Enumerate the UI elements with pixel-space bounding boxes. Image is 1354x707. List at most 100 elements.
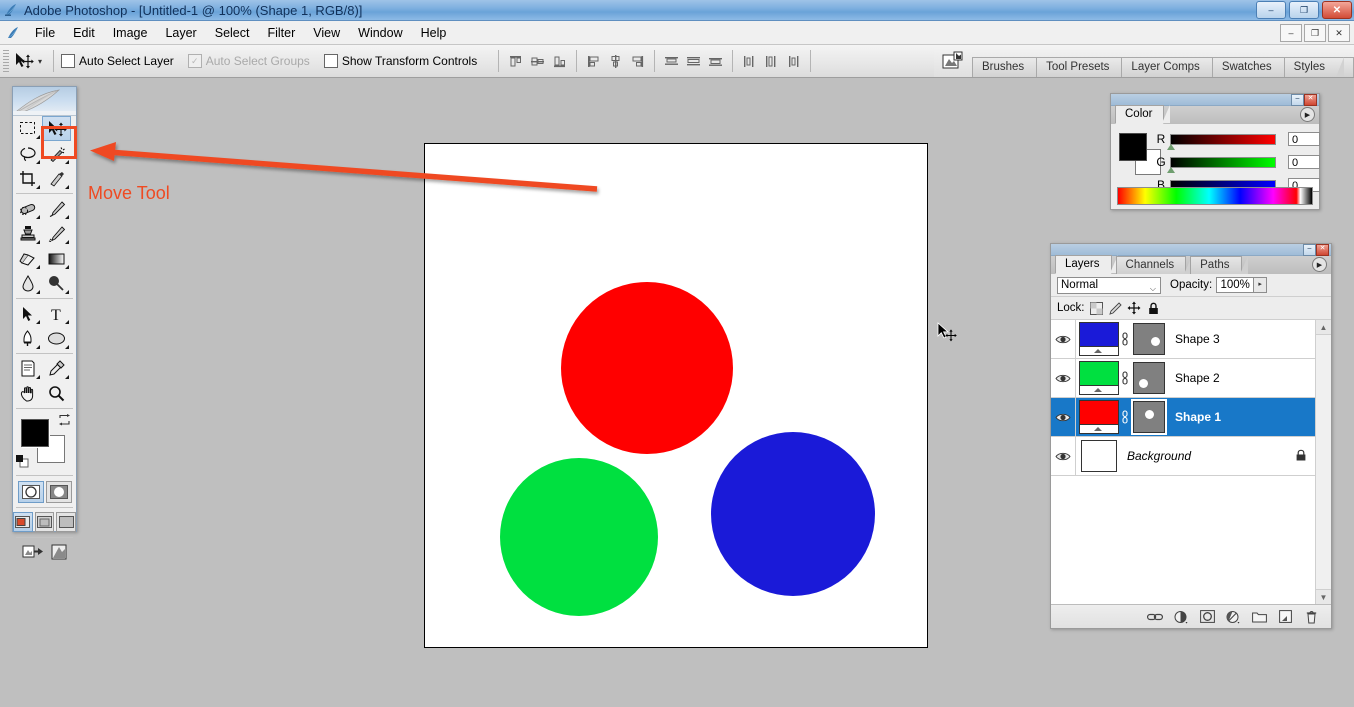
imageready-icon[interactable] — [50, 543, 68, 564]
align-vertical-centers-icon[interactable] — [528, 52, 547, 71]
layer-name[interactable]: Shape 3 — [1175, 332, 1220, 346]
tab-paths[interactable]: Paths — [1190, 256, 1249, 274]
menu-item-filter[interactable]: Filter — [258, 23, 304, 43]
layer-vector-mask-thumbnail[interactable] — [1133, 401, 1165, 433]
crop-tool-icon[interactable] — [13, 166, 42, 191]
jump-to-imageready-icon[interactable] — [22, 543, 44, 564]
layers-panel-close-button[interactable]: ✕ — [1316, 244, 1329, 256]
layers-panel-minimize-button[interactable]: – — [1303, 244, 1316, 256]
delete-layer-icon[interactable] — [1303, 609, 1319, 625]
zoom-tool-icon[interactable] — [42, 381, 71, 406]
lock-position-icon[interactable] — [1127, 301, 1142, 316]
palette-tab-styles[interactable]: Styles — [1283, 57, 1345, 77]
palette-tab-tool-presets[interactable]: Tool Presets — [1036, 57, 1129, 77]
layer-link-icon[interactable] — [1119, 410, 1131, 424]
layer-visibility-toggle[interactable] — [1051, 398, 1076, 436]
document-minimize-button[interactable]: – — [1280, 24, 1302, 42]
align-left-edges-icon[interactable] — [584, 52, 603, 71]
layer-style-icon[interactable] — [1173, 609, 1189, 625]
lock-image-pixels-icon[interactable] — [1108, 301, 1123, 316]
channel-thumb-r[interactable] — [1167, 143, 1175, 150]
layer-link-icon[interactable] — [1119, 332, 1131, 346]
color-panel-foreground-swatch[interactable] — [1119, 133, 1147, 161]
layer-thumbnail[interactable] — [1079, 361, 1119, 395]
auto-select-layer-checkbox[interactable] — [61, 54, 76, 68]
scroll-down-arrow-icon[interactable]: ▼ — [1316, 589, 1331, 604]
align-horizontal-centers-icon[interactable] — [606, 52, 625, 71]
distribute-bottom-edges-icon[interactable] — [706, 52, 725, 71]
menu-item-help[interactable]: Help — [412, 23, 456, 43]
table-row[interactable]: Background — [1051, 437, 1331, 476]
menu-item-select[interactable]: Select — [206, 23, 259, 43]
notes-tool-icon[interactable] — [13, 356, 42, 381]
eraser-tool-icon[interactable] — [13, 246, 42, 271]
standard-mask-mode-icon[interactable] — [17, 481, 44, 503]
opacity-slider-chevron-icon[interactable]: ▸ — [1254, 277, 1268, 293]
magic-wand-tool-icon[interactable] — [42, 141, 71, 166]
distribute-vertical-centers-icon[interactable] — [684, 52, 703, 71]
palette-tab-brushes[interactable]: Brushes — [971, 57, 1044, 77]
table-row[interactable]: Shape 3 — [1051, 320, 1331, 359]
table-row[interactable]: Shape 1 — [1051, 398, 1331, 437]
distribute-horizontal-centers-icon[interactable] — [762, 52, 781, 71]
channel-value-r[interactable]: 0 — [1288, 132, 1320, 146]
layer-name[interactable]: Shape 2 — [1175, 371, 1220, 385]
quick-mask-mode-icon[interactable] — [45, 481, 72, 503]
layer-vector-mask-thumbnail[interactable] — [1133, 323, 1165, 355]
lasso-tool-icon[interactable] — [13, 141, 42, 166]
path-selection-tool-icon[interactable] — [13, 301, 42, 326]
tab-color[interactable]: Color — [1115, 105, 1172, 124]
move-tool-icon[interactable] — [42, 116, 71, 141]
tab-layers[interactable]: Layers — [1055, 255, 1118, 274]
type-tool-icon[interactable]: T — [42, 301, 71, 326]
tool-preset-chevron-down-icon[interactable]: ▾ — [38, 57, 42, 66]
layers-panel-menu-icon[interactable]: ▶ — [1312, 257, 1327, 272]
layer-mask-icon[interactable] — [1199, 609, 1215, 625]
foreground-color-swatch[interactable] — [21, 419, 49, 447]
full-screen-with-menubar-icon[interactable] — [34, 512, 55, 532]
channel-slider-g[interactable] — [1167, 156, 1276, 173]
align-top-edges-icon[interactable] — [506, 52, 525, 71]
menu-item-file[interactable]: File — [26, 23, 64, 43]
distribute-right-edges-icon[interactable] — [784, 52, 803, 71]
standard-screen-mode-icon[interactable] — [13, 512, 33, 532]
layer-thumbnail[interactable] — [1079, 400, 1119, 434]
layer-thumbnail[interactable] — [1081, 440, 1117, 472]
align-right-edges-icon[interactable] — [628, 52, 647, 71]
clone-stamp-tool-icon[interactable] — [13, 221, 42, 246]
color-panel-menu-icon[interactable]: ▶ — [1300, 107, 1315, 122]
layer-name[interactable]: Shape 1 — [1175, 410, 1221, 424]
rectangular-marquee-tool-icon[interactable] — [13, 116, 42, 141]
layers-list-scrollbar[interactable]: ▲ ▼ — [1315, 320, 1331, 604]
restore-button[interactable]: ❐ — [1289, 1, 1319, 19]
new-layer-icon[interactable] — [1277, 609, 1293, 625]
color-panel-close-button[interactable]: ✕ — [1304, 94, 1317, 106]
scroll-up-arrow-icon[interactable]: ▲ — [1316, 320, 1331, 335]
eyedropper-tool-icon[interactable] — [42, 356, 71, 381]
new-group-icon[interactable] — [1251, 609, 1267, 625]
new-adjustment-layer-icon[interactable] — [1225, 609, 1241, 625]
blur-tool-icon[interactable] — [13, 271, 42, 296]
distribute-left-edges-icon[interactable] — [740, 52, 759, 71]
minimize-button[interactable]: – — [1256, 1, 1286, 19]
menu-item-view[interactable]: View — [304, 23, 349, 43]
channel-thumb-g[interactable] — [1167, 166, 1175, 173]
color-panel-minimize-button[interactable]: – — [1291, 94, 1304, 106]
lock-all-icon[interactable] — [1146, 301, 1161, 316]
layer-vector-mask-thumbnail[interactable] — [1133, 362, 1165, 394]
hand-tool-icon[interactable] — [13, 381, 42, 406]
palette-tab-swatches[interactable]: Swatches — [1211, 57, 1291, 77]
blend-mode-select[interactable]: Normal ⌵ — [1057, 276, 1161, 294]
pen-tool-icon[interactable] — [13, 326, 42, 351]
close-button[interactable]: ✕ — [1322, 1, 1352, 19]
layer-visibility-toggle[interactable] — [1051, 437, 1076, 475]
color-ramp-spectrum[interactable] — [1117, 187, 1313, 205]
ellipse-shape-tool-icon[interactable] — [42, 326, 71, 351]
dodge-tool-icon[interactable] — [42, 271, 71, 296]
align-bottom-edges-icon[interactable] — [550, 52, 569, 71]
document-canvas-window[interactable] — [424, 143, 928, 648]
link-layers-icon[interactable] — [1147, 609, 1163, 625]
brush-tool-icon[interactable] — [42, 196, 71, 221]
distribute-top-edges-icon[interactable] — [662, 52, 681, 71]
full-screen-mode-icon[interactable] — [56, 512, 77, 532]
